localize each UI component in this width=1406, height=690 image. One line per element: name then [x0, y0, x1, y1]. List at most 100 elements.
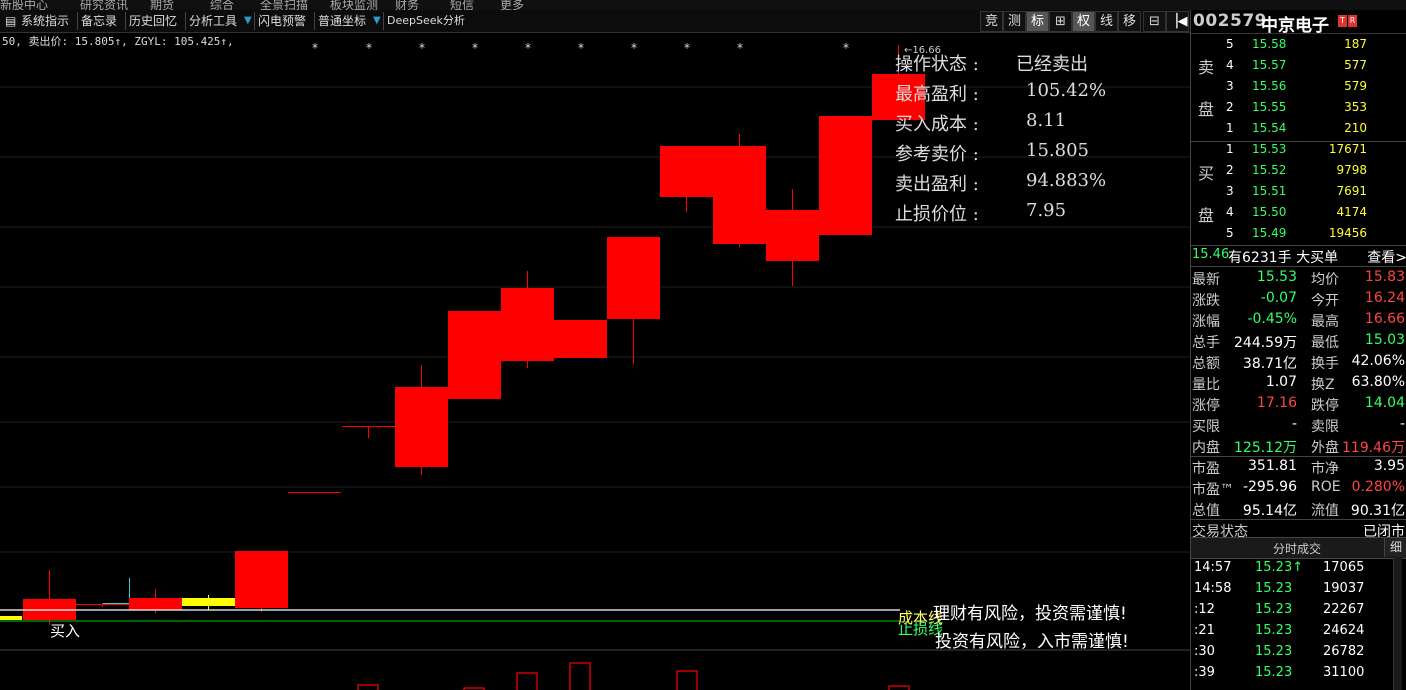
- btn-mark[interactable]: 标: [1026, 11, 1049, 32]
- buy-row[interactable]: 1 15.53 17671: [1221, 139, 1406, 160]
- quote-value: 1.07: [1265, 374, 1297, 390]
- tick-volume: 24624: [1323, 623, 1365, 638]
- sell-row[interactable]: 3 15.56 579: [1221, 76, 1406, 97]
- btn-move[interactable]: 移: [1118, 11, 1141, 32]
- signal-marker: *: [419, 41, 425, 55]
- candle-body: [554, 320, 607, 358]
- signal-marker: *: [737, 41, 743, 55]
- overlay-value-status: 已经卖出: [1016, 54, 1088, 75]
- risk-warning-2: 投资有风险，入市需谨慎!: [935, 632, 1129, 652]
- quote-panel: 002579 中京电子 T R 卖 盘 5 15.58 187 4 15.57 577 …: [1190, 10, 1406, 690]
- quote-value: -0.07: [1260, 290, 1297, 306]
- quote-label: 最高: [1311, 314, 1339, 330]
- volume-bar: [357, 684, 379, 690]
- toolbar-history-recall[interactable]: 历史回忆: [125, 12, 180, 30]
- quote-value: 0.280%: [1351, 479, 1405, 495]
- quote-label: 最新: [1192, 272, 1220, 288]
- quote-row: 涨停 17.16 跌停 14.04: [1191, 393, 1406, 414]
- quote-label: 均价: [1311, 272, 1339, 288]
- quote-row: 市盈™ -295.96 ROE 0.280%: [1191, 477, 1406, 498]
- tick-time: 14:57: [1194, 560, 1232, 575]
- big-order-view-link[interactable]: 查看>: [1367, 247, 1406, 267]
- badge-r: R: [1348, 15, 1357, 27]
- top-menu-item[interactable]: 全景扫描: [260, 0, 308, 10]
- overlay-value-buy-cost: 8.11: [1026, 110, 1067, 131]
- menu-icon[interactable]: ▤: [2, 12, 19, 30]
- btn-rights[interactable]: 权: [1072, 11, 1095, 32]
- buy-row[interactable]: 3 15.51 7691: [1221, 181, 1406, 202]
- overlay-label-sell-profit: 卖出盈利 :: [895, 174, 979, 195]
- candle-body: [448, 311, 501, 399]
- dropdown-arrow-icon[interactable]: ▼: [370, 12, 384, 30]
- chart-toolbar: ▤ 系统指示 备忘录 历史回忆 分析工具 ▼ 闪电预警 普通坐标 ▼ DeepS…: [0, 10, 1190, 33]
- toolbar-analysis-tools[interactable]: 分析工具: [185, 12, 240, 30]
- candle-body: [76, 604, 129, 605]
- candle-body: [129, 598, 182, 610]
- quote-value: 15.53: [1256, 269, 1297, 285]
- top-menu-item[interactable]: 综合: [210, 0, 234, 10]
- tick-scrollbar[interactable]: [1393, 558, 1402, 690]
- quote-value: 15.03: [1364, 332, 1405, 348]
- toolbar-normal-axis[interactable]: 普通坐标: [314, 12, 369, 30]
- buy-row[interactable]: 2 15.52 9798: [1221, 160, 1406, 181]
- signal-marker: *: [525, 41, 531, 55]
- quote-label: 总手: [1192, 335, 1220, 351]
- window-icon[interactable]: ⊟: [1143, 11, 1166, 32]
- quote-label: 外盘: [1311, 440, 1339, 456]
- quote-value: 63.80%: [1351, 374, 1405, 390]
- tick-detail-button[interactable]: 细: [1384, 538, 1406, 557]
- btn-measure[interactable]: 测: [1003, 11, 1026, 32]
- toolbar-lightning-alert[interactable]: 闪电预警: [254, 12, 309, 30]
- top-menu-item[interactable]: 新股中心: [0, 0, 48, 10]
- candle-body: [342, 426, 395, 427]
- toolbar-system-indicator[interactable]: 系统指示: [18, 12, 72, 30]
- dropdown-arrow-icon[interactable]: ▼: [241, 12, 255, 30]
- candlestick-chart[interactable]: * * * * * * * * * * ←16.66 买入 成本线 止损线 理财有风险，投资需谨慎…: [0, 33, 1190, 690]
- buy-row[interactable]: 5 15.49 19456: [1221, 223, 1406, 244]
- top-menu-item[interactable]: 板块监测: [330, 0, 378, 10]
- btn-bid[interactable]: 竞: [980, 11, 1003, 32]
- quote-label: 总值: [1192, 503, 1220, 519]
- buy-row[interactable]: 4 15.50 4174: [1221, 202, 1406, 223]
- candle-body: [766, 210, 819, 261]
- tick-header: 分时成交 细: [1191, 537, 1406, 559]
- quote-label: 市盈™: [1192, 482, 1234, 498]
- toolbar-memo[interactable]: 备忘录: [77, 12, 120, 30]
- sell-row[interactable]: 4 15.57 577: [1221, 55, 1406, 76]
- buy-side-label-2: 盘: [1197, 206, 1214, 225]
- sell-row[interactable]: 2 15.55 353: [1221, 97, 1406, 118]
- grid-icon[interactable]: ⊞: [1049, 11, 1072, 32]
- tick-row: :21 15.23 24624: [1191, 621, 1391, 642]
- sell-row[interactable]: 5 15.58 187: [1221, 34, 1406, 55]
- quote-value: -0.45%: [1247, 311, 1297, 327]
- sell-row[interactable]: 1 15.54 210: [1221, 118, 1406, 139]
- top-menu-item[interactable]: 研究资讯: [80, 0, 128, 10]
- quote-label: ROE: [1311, 479, 1341, 495]
- top-menu-item[interactable]: 财务: [395, 0, 419, 10]
- top-menu-item[interactable]: 短信: [450, 0, 474, 10]
- quote-label: 涨停: [1192, 398, 1220, 414]
- volume-bars: [357, 662, 910, 690]
- volume-bar: [516, 672, 538, 690]
- toolbar-deepseek-analysis[interactable]: DeepSeek分析: [383, 12, 468, 30]
- quote-value: 351.81: [1248, 458, 1297, 474]
- overlay-label-buy-cost: 买入成本 :: [895, 114, 979, 135]
- signal-markers: * * * * * * * * * *: [312, 41, 849, 55]
- quote-value: 119.46万: [1342, 440, 1405, 456]
- tick-header-title: 分时成交: [1273, 542, 1322, 556]
- tick-time: :12: [1194, 602, 1215, 617]
- top-menu-bar: 新股中心 研究资讯 期货 综合 全景扫描 板块监测 财务 短信 更多: [0, 0, 1406, 10]
- quote-row: 内盘 125.12万 外盘 119.46万: [1191, 435, 1406, 456]
- candle-body: [501, 288, 554, 361]
- top-menu-item[interactable]: 期货: [150, 0, 174, 10]
- btn-line[interactable]: 线: [1095, 11, 1118, 32]
- quote-value: 16.24: [1364, 290, 1405, 306]
- candles: [0, 45, 925, 625]
- top-menu-item[interactable]: 更多: [500, 0, 524, 10]
- quote-label: 买限: [1192, 419, 1220, 435]
- volume-bar: [569, 662, 591, 690]
- tick-volume: 26782: [1323, 644, 1365, 659]
- quote-value: 17.16: [1256, 395, 1297, 411]
- panel-toggle-icon[interactable]: ▕◀: [1166, 11, 1189, 32]
- quote-value: 90.31亿: [1350, 503, 1405, 519]
